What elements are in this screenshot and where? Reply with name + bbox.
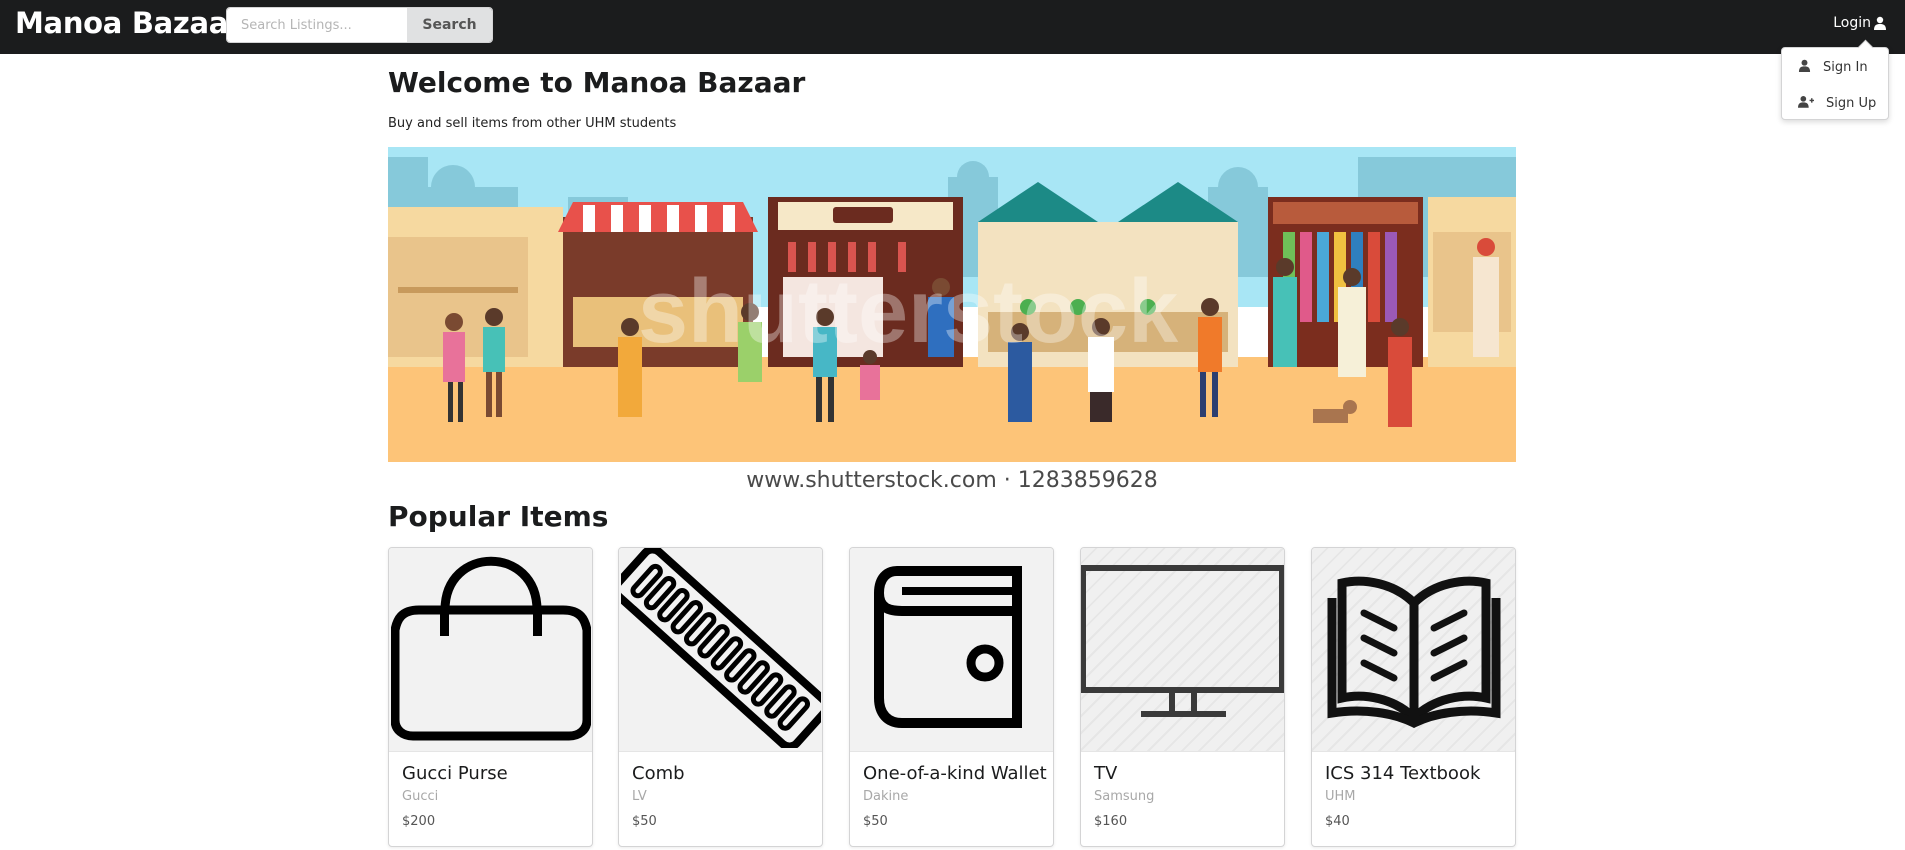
- item-card[interactable]: TV Samsung $160: [1080, 547, 1285, 847]
- hero-watermark: shutterstock: [638, 262, 1179, 362]
- item-price: $160: [1094, 814, 1128, 829]
- sign-up-label: Sign Up: [1826, 95, 1877, 111]
- user-icon: [1873, 16, 1887, 30]
- wallet-icon: [867, 563, 1037, 737]
- comb-icon: [619, 548, 822, 752]
- item-image: [1312, 548, 1515, 752]
- item-brand: Dakine: [863, 789, 909, 804]
- item-image: [389, 548, 592, 752]
- item-name: Gucci Purse: [402, 763, 508, 784]
- popular-items-heading: Popular Items: [388, 500, 609, 533]
- item-name: ICS 314 Textbook: [1325, 763, 1481, 784]
- page-subtitle: Buy and sell items from other UHM studen…: [388, 116, 677, 131]
- login-dropdown: Sign In Sign Up: [1781, 47, 1889, 120]
- item-image: [619, 548, 822, 752]
- item-card[interactable]: One-of-a-kind Wallet Dakine $50: [849, 547, 1054, 847]
- item-card[interactable]: ICS 314 Textbook UHM $40: [1311, 547, 1516, 847]
- item-name: Comb: [632, 763, 685, 784]
- sign-up-item[interactable]: Sign Up: [1782, 86, 1888, 120]
- page-title: Welcome to Manoa Bazaar: [388, 66, 806, 99]
- user-plus-icon: [1798, 95, 1814, 112]
- hero-bazaar-illustration: shutterstock www.shutterstock.com · 1283…: [388, 147, 1516, 497]
- user-icon: [1798, 59, 1811, 76]
- search-bar: Search: [226, 7, 493, 43]
- top-navbar: Manoa Bazaar Search Login: [0, 0, 1905, 54]
- sign-in-item[interactable]: Sign In: [1782, 50, 1888, 84]
- brand-logo[interactable]: Manoa Bazaar: [15, 6, 242, 40]
- purse-icon: [390, 550, 591, 749]
- item-brand: UHM: [1325, 789, 1356, 804]
- tv-icon: [1081, 563, 1284, 737]
- search-button[interactable]: Search: [407, 8, 492, 42]
- hero-caption: www.shutterstock.com · 1283859628: [746, 468, 1157, 493]
- login-label: Login: [1833, 15, 1871, 31]
- item-card[interactable]: Comb LV $50: [618, 547, 823, 847]
- item-price: $200: [402, 814, 436, 829]
- book-icon: [1324, 568, 1504, 732]
- search-input[interactable]: [227, 8, 407, 42]
- item-card[interactable]: Gucci Purse Gucci $200: [388, 547, 593, 847]
- item-brand: Gucci: [402, 789, 439, 804]
- item-name: One-of-a-kind Wallet: [863, 763, 1047, 784]
- item-price: $50: [632, 814, 657, 829]
- login-menu-toggle[interactable]: Login: [1833, 15, 1887, 31]
- item-brand: LV: [632, 789, 647, 804]
- sign-in-label: Sign In: [1823, 59, 1868, 75]
- item-price: $50: [863, 814, 888, 829]
- item-image: [1081, 548, 1284, 752]
- item-image: [850, 548, 1053, 752]
- item-price: $40: [1325, 814, 1350, 829]
- item-name: TV: [1094, 763, 1118, 784]
- item-brand: Samsung: [1094, 789, 1155, 804]
